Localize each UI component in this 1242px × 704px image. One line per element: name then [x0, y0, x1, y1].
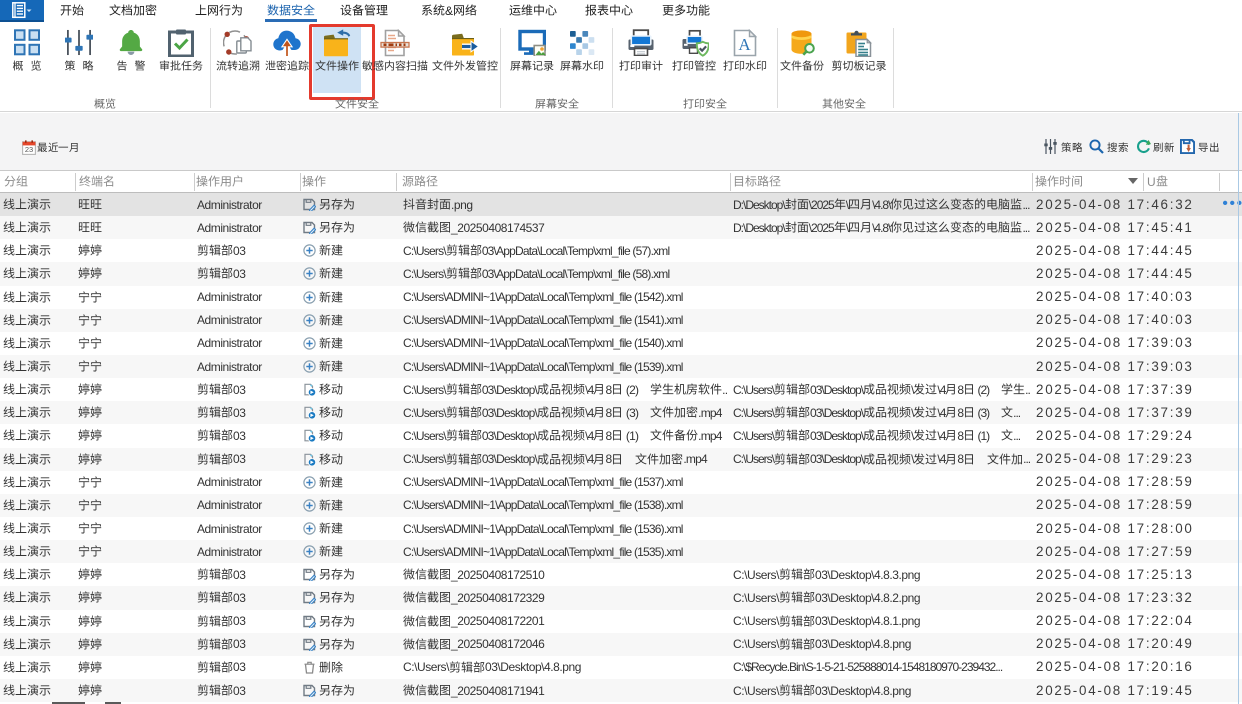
svg-text:A: A: [738, 35, 751, 54]
svg-text:23: 23: [25, 145, 33, 154]
